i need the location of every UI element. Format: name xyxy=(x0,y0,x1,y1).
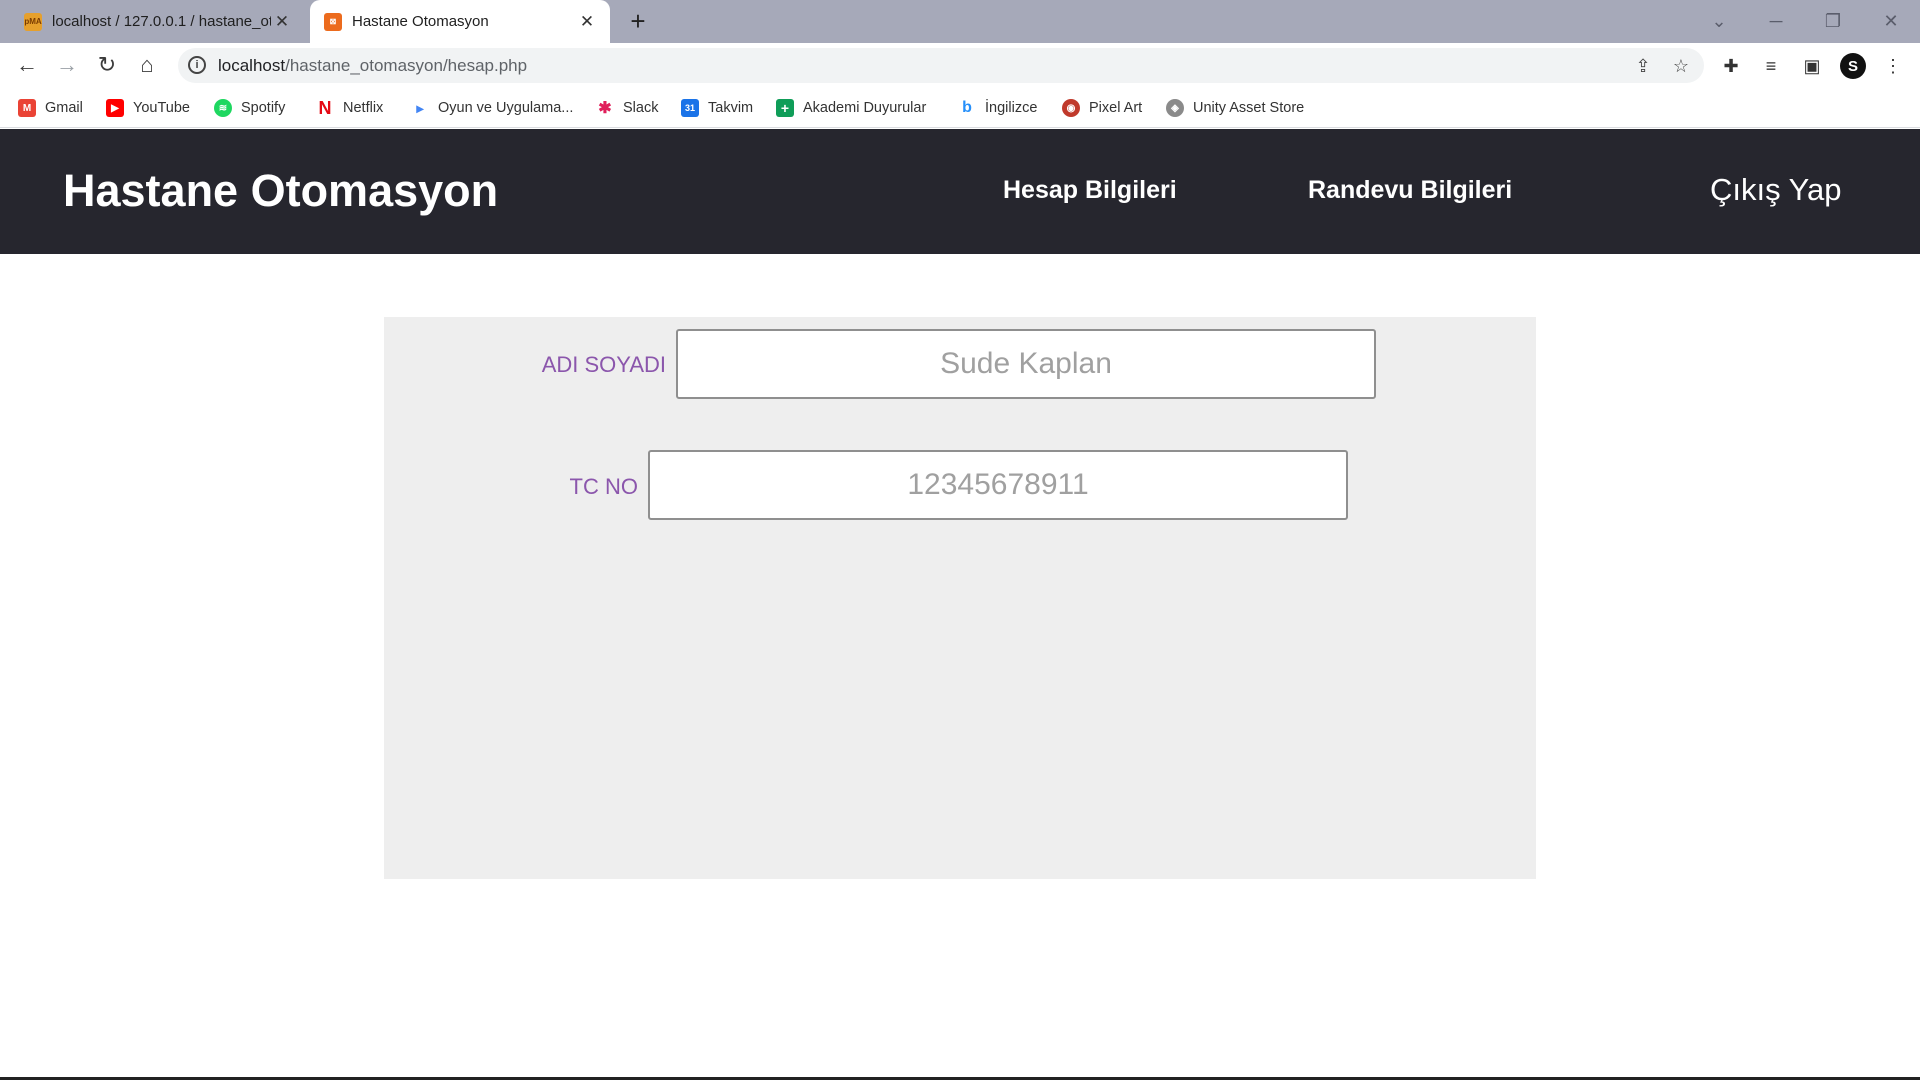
tab-title: Hastane Otomasyon xyxy=(352,13,489,30)
tab-phpmyadmin[interactable]: pMA localhost / 127.0.0.1 / hastane_ot ✕ xyxy=(0,0,305,43)
pixel-art-icon: ◉ xyxy=(1062,99,1080,117)
bookmarks-bar: M Gmail ▶ YouTube ≋ Spotify N Netflix ▸ Oyun … xyxy=(0,88,1920,128)
calendar-icon: 31 xyxy=(681,99,699,117)
tab-search-icon[interactable]: ⌄ xyxy=(1704,6,1734,36)
extensions-icon[interactable]: ✚ xyxy=(1718,53,1744,79)
nav-randevu-bilgileri[interactable]: Randevu Bilgileri xyxy=(1308,176,1512,205)
reload-icon[interactable]: ↻ xyxy=(92,50,122,80)
bookmark-takvim[interactable]: 31 Takvim xyxy=(681,96,753,120)
slack-icon: ✱ xyxy=(598,100,612,117)
forward-icon[interactable]: → xyxy=(52,50,82,80)
tc-label: TC NO xyxy=(569,474,638,499)
close-icon[interactable]: ✕ xyxy=(271,11,293,33)
name-label: ADI SOYADI xyxy=(541,352,666,377)
plus-document-icon: + xyxy=(776,99,794,117)
browser-toolbar: ← → ↻ ⌂ i localhost/hastane_otomasyon/he… xyxy=(0,43,1920,88)
site-title[interactable]: Hastane Otomasyon xyxy=(63,165,498,217)
bookmark-youtube[interactable]: ▶ YouTube xyxy=(106,96,190,120)
bookmark-slack[interactable]: ✱ Slack xyxy=(596,96,658,120)
name-field[interactable] xyxy=(676,329,1376,399)
netflix-icon: N xyxy=(318,97,332,118)
bookmark-ingilizce[interactable]: b İngilizce xyxy=(958,96,1037,120)
close-icon[interactable]: ✕ xyxy=(576,11,598,33)
account-info-panel: ADI SOYADI TC NO xyxy=(384,317,1536,879)
nav-logout[interactable]: Çıkış Yap xyxy=(1710,172,1842,208)
bookmark-netflix[interactable]: N Netflix xyxy=(316,96,384,120)
bookmark-unity-asset-store[interactable]: ◈ Unity Asset Store xyxy=(1166,96,1304,120)
reading-list-icon[interactable]: ≡ xyxy=(1758,53,1784,79)
unity-icon: ◈ xyxy=(1166,99,1184,117)
home-icon[interactable]: ⌂ xyxy=(132,50,162,80)
bookmark-google-play[interactable]: ▸ Oyun ve Uygulama... xyxy=(411,96,573,120)
info-icon[interactable]: i xyxy=(188,56,206,74)
bookmark-pixel-art[interactable]: ◉ Pixel Art xyxy=(1062,96,1142,120)
minimize-icon[interactable]: ─ xyxy=(1761,6,1791,36)
new-tab-button[interactable]: + xyxy=(624,8,652,36)
tab-strip: pMA localhost / 127.0.0.1 / hastane_ot ✕… xyxy=(0,0,1920,43)
google-play-icon: ▸ xyxy=(416,99,424,116)
site-header: Hastane Otomasyon Hesap Bilgileri Randev… xyxy=(0,129,1920,254)
youtube-icon: ▶ xyxy=(106,99,124,117)
side-panel-icon[interactable]: ▣ xyxy=(1799,53,1825,79)
bing-icon: b xyxy=(962,99,972,116)
bookmark-star-icon[interactable]: ☆ xyxy=(1668,53,1694,79)
menu-kebab-icon[interactable]: ⋮ xyxy=(1880,53,1906,79)
profile-avatar[interactable]: S xyxy=(1840,53,1866,79)
gmail-icon: M xyxy=(18,99,36,117)
url-text[interactable]: localhost/hastane_otomasyon/hesap.php xyxy=(218,56,527,76)
tc-field[interactable] xyxy=(648,450,1348,520)
share-icon[interactable]: ⇪ xyxy=(1630,53,1656,79)
phpmyadmin-icon: pMA xyxy=(24,12,42,31)
bookmark-akademi-duyurular[interactable]: + Akademi Duyurular xyxy=(776,96,926,120)
spotify-icon: ≋ xyxy=(214,99,232,117)
nav-hesap-bilgileri[interactable]: Hesap Bilgileri xyxy=(1003,176,1177,205)
bookmark-spotify[interactable]: ≋ Spotify xyxy=(214,96,285,120)
tab-title: localhost / 127.0.0.1 / hastane_ot xyxy=(52,13,271,30)
address-bar[interactable]: i localhost/hastane_otomasyon/hesap.php … xyxy=(178,48,1704,83)
back-icon[interactable]: ← xyxy=(12,50,42,80)
restore-icon[interactable]: ❐ xyxy=(1818,6,1848,36)
tab-hastane-otomasyon[interactable]: ⊠ Hastane Otomasyon ✕ xyxy=(310,0,610,43)
window-close-icon[interactable]: ✕ xyxy=(1876,6,1906,36)
bookmark-gmail[interactable]: M Gmail xyxy=(18,96,83,120)
xampp-icon: ⊠ xyxy=(324,12,342,31)
